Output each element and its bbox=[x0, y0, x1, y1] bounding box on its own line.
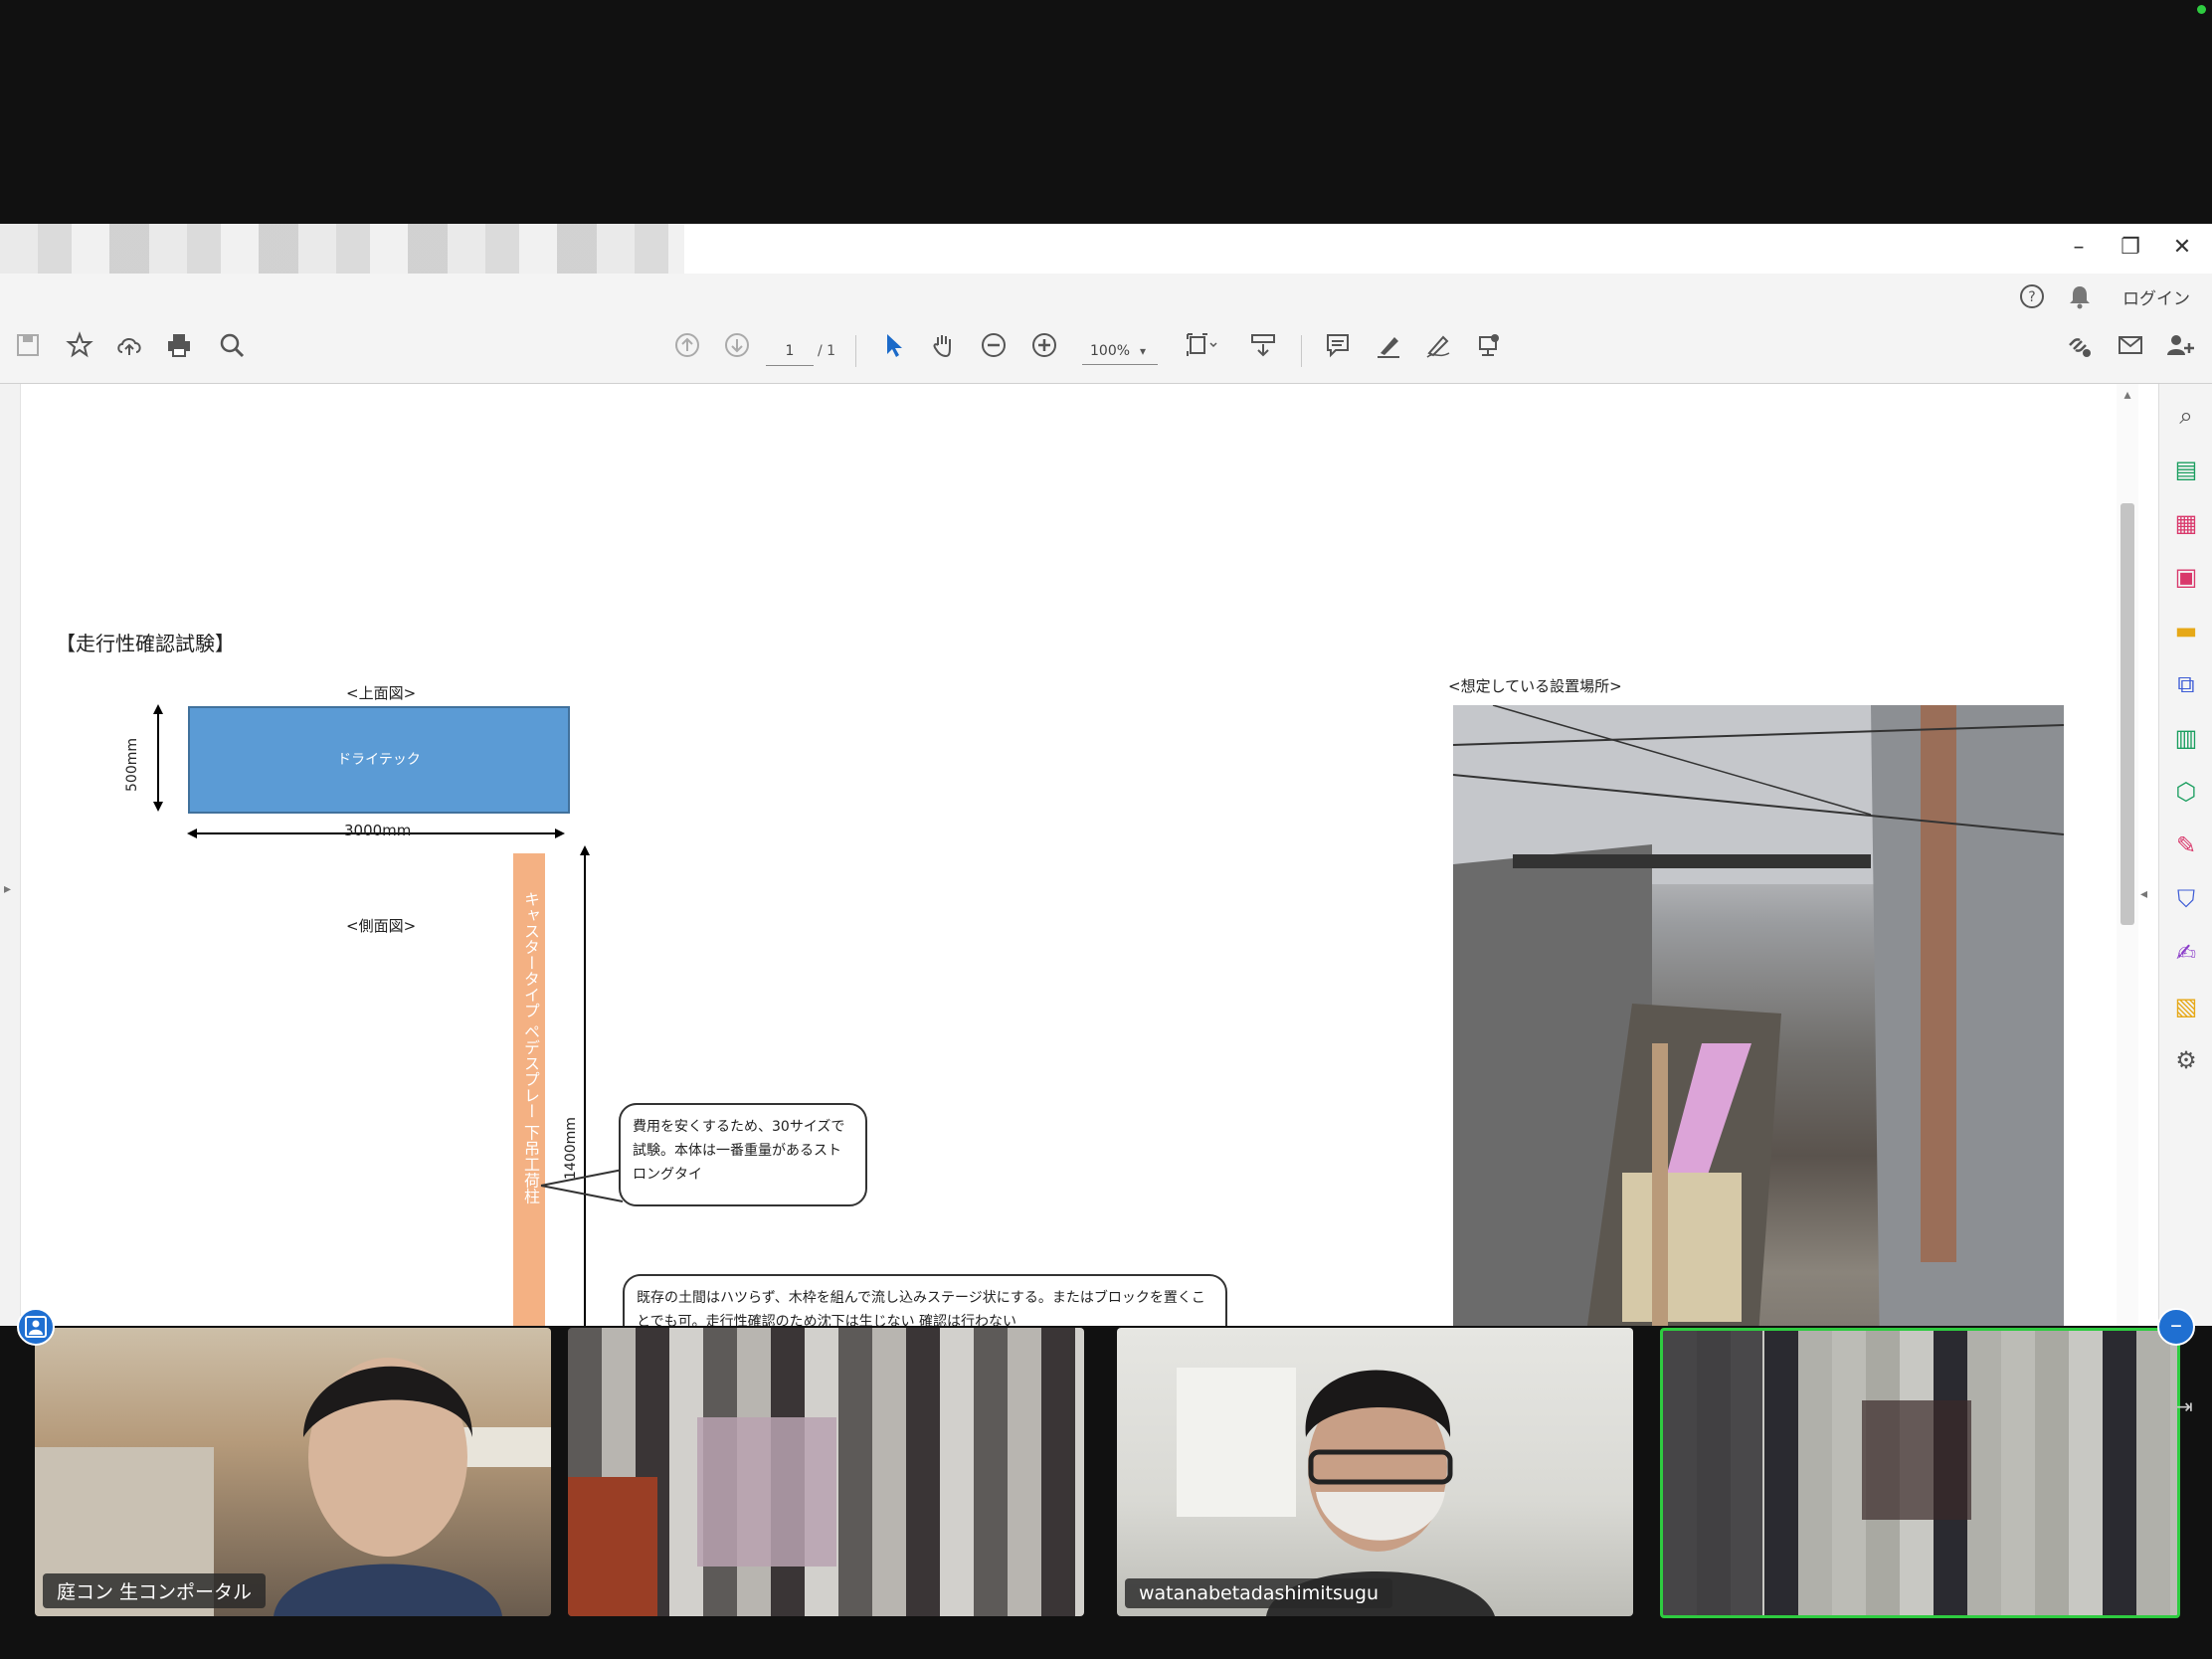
zoom-out-icon[interactable] bbox=[974, 331, 1014, 371]
toolbar-separator bbox=[1301, 335, 1302, 367]
height-dimension-label: 1400mm bbox=[563, 1117, 579, 1180]
width-dimension-label: 500mm bbox=[124, 738, 140, 792]
cursor-icon[interactable] bbox=[873, 331, 913, 371]
product-top-view-box: ドライテック bbox=[188, 706, 570, 814]
create-pdf-icon[interactable]: ▤ bbox=[2159, 450, 2212, 489]
print-icon[interactable] bbox=[159, 331, 199, 371]
chevron-down-icon[interactable]: ▾ bbox=[1140, 337, 1156, 365]
highlight-icon[interactable] bbox=[1369, 331, 1408, 371]
minimize-button[interactable]: – bbox=[2059, 230, 2099, 266]
scroll-up-arrow[interactable]: ▴ bbox=[2117, 384, 2138, 406]
top-view-label: <上面図> bbox=[346, 684, 417, 702]
blurred-region bbox=[697, 1417, 836, 1567]
zoom-in-icon[interactable] bbox=[1024, 331, 1064, 371]
share-link-icon[interactable] bbox=[2059, 331, 2099, 371]
length-dimension-label: 3000mm bbox=[344, 822, 412, 839]
page-number-input[interactable]: 1 bbox=[766, 337, 814, 366]
hand-icon[interactable] bbox=[923, 331, 963, 371]
send-file-icon[interactable]: ⬡ bbox=[2159, 772, 2212, 812]
page-total: / 1 bbox=[818, 343, 836, 359]
recording-status-dot bbox=[2197, 5, 2206, 14]
prev-page-icon[interactable] bbox=[667, 331, 707, 371]
export-pdf-icon[interactable]: ▣ bbox=[2159, 557, 2212, 597]
organize-pages-icon[interactable]: ▦ bbox=[2159, 503, 2212, 543]
next-page-icon[interactable] bbox=[717, 331, 757, 371]
participant-tile[interactable]: watanabetadashimitsugu bbox=[1117, 1328, 1633, 1616]
add-user-icon[interactable] bbox=[2160, 331, 2200, 371]
participant-name: 庭コン 生コンポータル bbox=[43, 1573, 267, 1608]
fill-sign-icon[interactable]: ✎ bbox=[2159, 826, 2212, 865]
scrollbar-thumb[interactable] bbox=[2120, 503, 2134, 925]
right-tools-panel: ⌕ ▤ ▦ ▣ ▬ ⧉ ▥ ⬡ ✎ ⛉ ✍ ▧ ⚙ bbox=[2158, 384, 2212, 1432]
comment-tool-icon[interactable]: ▬ bbox=[2159, 611, 2212, 650]
document-heading: 【走行性確認試験】 bbox=[56, 632, 235, 655]
cost-note-callout: 費用を安くするため、30サイズで試験。本体は一番重量があるストロングタイ bbox=[619, 1103, 867, 1206]
page-fit-icon[interactable] bbox=[1182, 331, 1221, 371]
title-bar: – ❐ ✕ bbox=[0, 224, 2212, 310]
installation-site-photo bbox=[1453, 705, 2064, 1432]
toolbar: 1 / 1 100% ▾ bbox=[0, 319, 2212, 384]
pdf-viewer-window: – ❐ ✕ ? ログイン 1 / 1 100% ▾ ▸ 【走行性確認試験】 <上… bbox=[0, 224, 2212, 1432]
star-icon[interactable] bbox=[60, 331, 99, 371]
protect-shield-icon[interactable]: ⛉ bbox=[2159, 879, 2212, 919]
participant-view-button[interactable] bbox=[17, 1308, 55, 1346]
menu-bar: ? ログイン bbox=[0, 274, 2212, 319]
side-view-label: <側面図> bbox=[346, 917, 417, 935]
zoom-tool-icon[interactable]: ⌕ bbox=[2159, 396, 2212, 436]
blurred-region bbox=[1663, 1331, 1762, 1615]
toolbar-separator bbox=[855, 335, 856, 367]
collapse-right-icon[interactable]: ◂ bbox=[2140, 886, 2147, 902]
blurred-region bbox=[1862, 1400, 1971, 1520]
participant-tile-blurred[interactable] bbox=[568, 1328, 1084, 1616]
stamp-icon[interactable] bbox=[1468, 331, 1508, 371]
login-link[interactable]: ログイン bbox=[2122, 284, 2190, 309]
active-speaker-tile-blurred[interactable] bbox=[1660, 1328, 2180, 1618]
participant-tile[interactable]: 庭コン 生コンポータル bbox=[35, 1328, 551, 1616]
blurred-region bbox=[568, 1477, 657, 1616]
email-icon[interactable] bbox=[2111, 331, 2150, 371]
comment-icon[interactable] bbox=[1318, 331, 1358, 371]
participant-name: watanabetadashimitsugu bbox=[1125, 1578, 1393, 1608]
cloud-upload-icon[interactable] bbox=[109, 331, 149, 371]
svg-text:?: ? bbox=[2028, 289, 2035, 305]
left-nav-strip[interactable]: ▸ bbox=[0, 384, 21, 1432]
expand-panel-icon[interactable]: ⇥ bbox=[2176, 1394, 2193, 1418]
scroll-mode-icon[interactable] bbox=[1243, 331, 1283, 371]
more-tools-icon[interactable]: ⚙ bbox=[2159, 1040, 2212, 1080]
document-viewport[interactable]: ▸ 【走行性確認試験】 <上面図> ドライテック 500mm 3000mm <側… bbox=[0, 384, 2158, 1432]
save-icon[interactable] bbox=[8, 331, 48, 371]
close-button[interactable]: ✕ bbox=[2162, 230, 2202, 266]
search-icon[interactable] bbox=[212, 331, 252, 371]
minimize-video-button[interactable]: – bbox=[2157, 1308, 2195, 1346]
request-signature-icon[interactable]: ✍ bbox=[2159, 933, 2212, 973]
bell-icon[interactable] bbox=[2066, 282, 2094, 310]
combine-files-icon[interactable]: ⧉ bbox=[2159, 664, 2212, 704]
sign-icon[interactable] bbox=[1418, 331, 1458, 371]
expand-left-icon[interactable]: ▸ bbox=[4, 881, 11, 897]
compress-icon[interactable]: ▥ bbox=[2159, 718, 2212, 758]
help-icon[interactable]: ? bbox=[2018, 282, 2046, 310]
restore-button[interactable]: ❐ bbox=[2111, 230, 2150, 266]
scan-ocr-icon[interactable]: ▧ bbox=[2159, 987, 2212, 1026]
installation-site-label: <想定している設置場所> bbox=[1448, 677, 1622, 695]
